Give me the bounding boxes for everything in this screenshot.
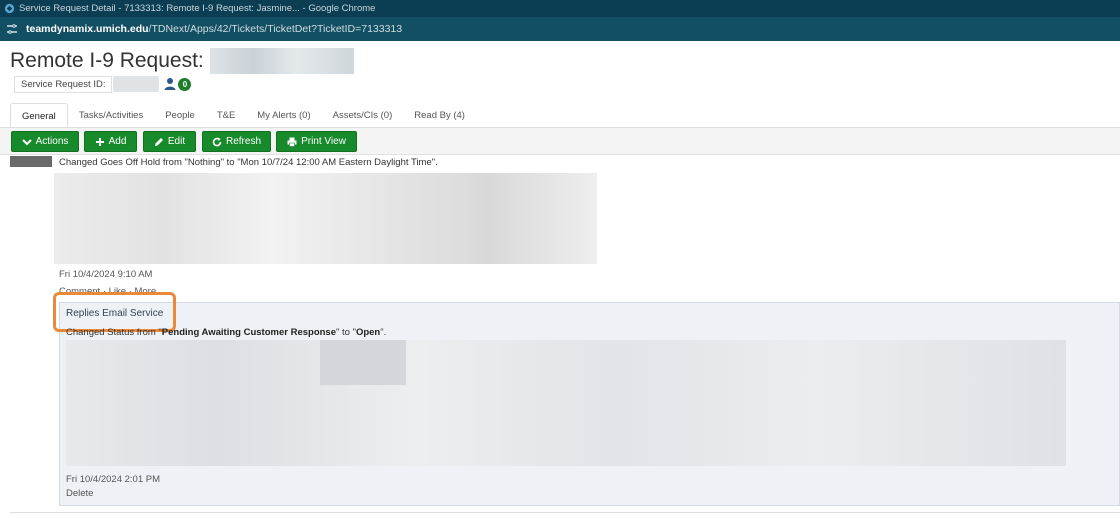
- site-settings-icon[interactable]: [6, 23, 18, 35]
- ticket-tabs: General Tasks/Activities People T&E My A…: [10, 103, 476, 128]
- tab-general[interactable]: General: [10, 103, 68, 128]
- avatar: [10, 156, 52, 167]
- tab-t-and-e[interactable]: T&E: [206, 103, 246, 128]
- redacted-reply-content: [66, 340, 1066, 466]
- tab-people[interactable]: People: [154, 103, 206, 128]
- tab-my-alerts[interactable]: My Alerts (0): [246, 103, 321, 128]
- refresh-button-label: Refresh: [225, 136, 261, 147]
- status-mid: " to ": [336, 327, 356, 338]
- window-title: Service Request Detail - 7133313: Remote…: [19, 3, 376, 14]
- highlight-annotation: [53, 292, 176, 332]
- feed-entry-timestamp: Fri 10/4/2024 9:10 AM: [59, 269, 153, 280]
- pencil-icon: [154, 137, 163, 146]
- refresh-button[interactable]: Refresh: [202, 131, 271, 152]
- redacted-feed-content: [54, 173, 597, 264]
- address-bar[interactable]: teamdynamix.umich.edu/TDNext/Apps/42/Tic…: [0, 17, 1120, 41]
- teamdynamix-app-icon: [4, 3, 15, 14]
- actions-button[interactable]: Actions: [11, 131, 79, 152]
- action-toolbar: Actions Add Edit Refresh Print View: [0, 128, 1120, 155]
- add-button[interactable]: Add: [84, 131, 137, 152]
- tab-read-by[interactable]: Read By (4): [403, 103, 476, 128]
- service-request-id-row: Service Request ID: 0: [14, 75, 192, 93]
- tab-assets-cis[interactable]: Assets/CIs (0): [322, 103, 404, 128]
- window-titlebar: Service Request Detail - 7133313: Remote…: [0, 0, 1120, 17]
- status-suffix: ".: [380, 327, 387, 338]
- status-from: Pending Awaiting Customer Response: [161, 327, 336, 338]
- redacted-reply-content-dark: [320, 340, 406, 385]
- edit-button[interactable]: Edit: [143, 131, 196, 152]
- plus-icon: [95, 137, 104, 146]
- tab-tasks-activities[interactable]: Tasks/Activities: [68, 103, 154, 128]
- person-icon[interactable]: [163, 77, 177, 91]
- redacted-title-name: [209, 48, 354, 74]
- delete-link[interactable]: Delete: [66, 488, 93, 499]
- feed-divider: [10, 512, 1120, 513]
- printer-icon: [287, 137, 297, 147]
- service-request-id-label: Service Request ID:: [14, 75, 113, 93]
- reply-timestamp: Fri 10/4/2024 2:01 PM: [66, 474, 160, 485]
- edit-button-label: Edit: [167, 136, 186, 147]
- status-prefix: Changed Status from ": [66, 327, 162, 338]
- redacted-request-id: [113, 76, 160, 92]
- refresh-icon: [212, 137, 222, 146]
- status-change-text: Changed Status from "Pending Awaiting Cu…: [66, 327, 386, 338]
- page-title: Remote I-9 Request:: [10, 48, 354, 74]
- contacts-count-badge[interactable]: 0: [178, 77, 192, 91]
- feed-entry-text: Changed Goes Off Hold from "Nothing" to …: [59, 157, 438, 168]
- url-host: teamdynamix.umich.edu: [26, 23, 149, 35]
- add-button-label: Add: [108, 136, 127, 147]
- chevron-down-icon: [21, 138, 32, 145]
- print-view-button-label: Print View: [301, 136, 346, 147]
- status-to: Open: [355, 327, 381, 338]
- actions-button-label: Actions: [35, 136, 69, 147]
- print-view-button[interactable]: Print View: [276, 131, 357, 152]
- url-path: /TDNext/Apps/42/Tickets/TicketDet?Ticket…: [148, 23, 403, 35]
- page-title-text: Remote I-9 Request:: [10, 49, 204, 72]
